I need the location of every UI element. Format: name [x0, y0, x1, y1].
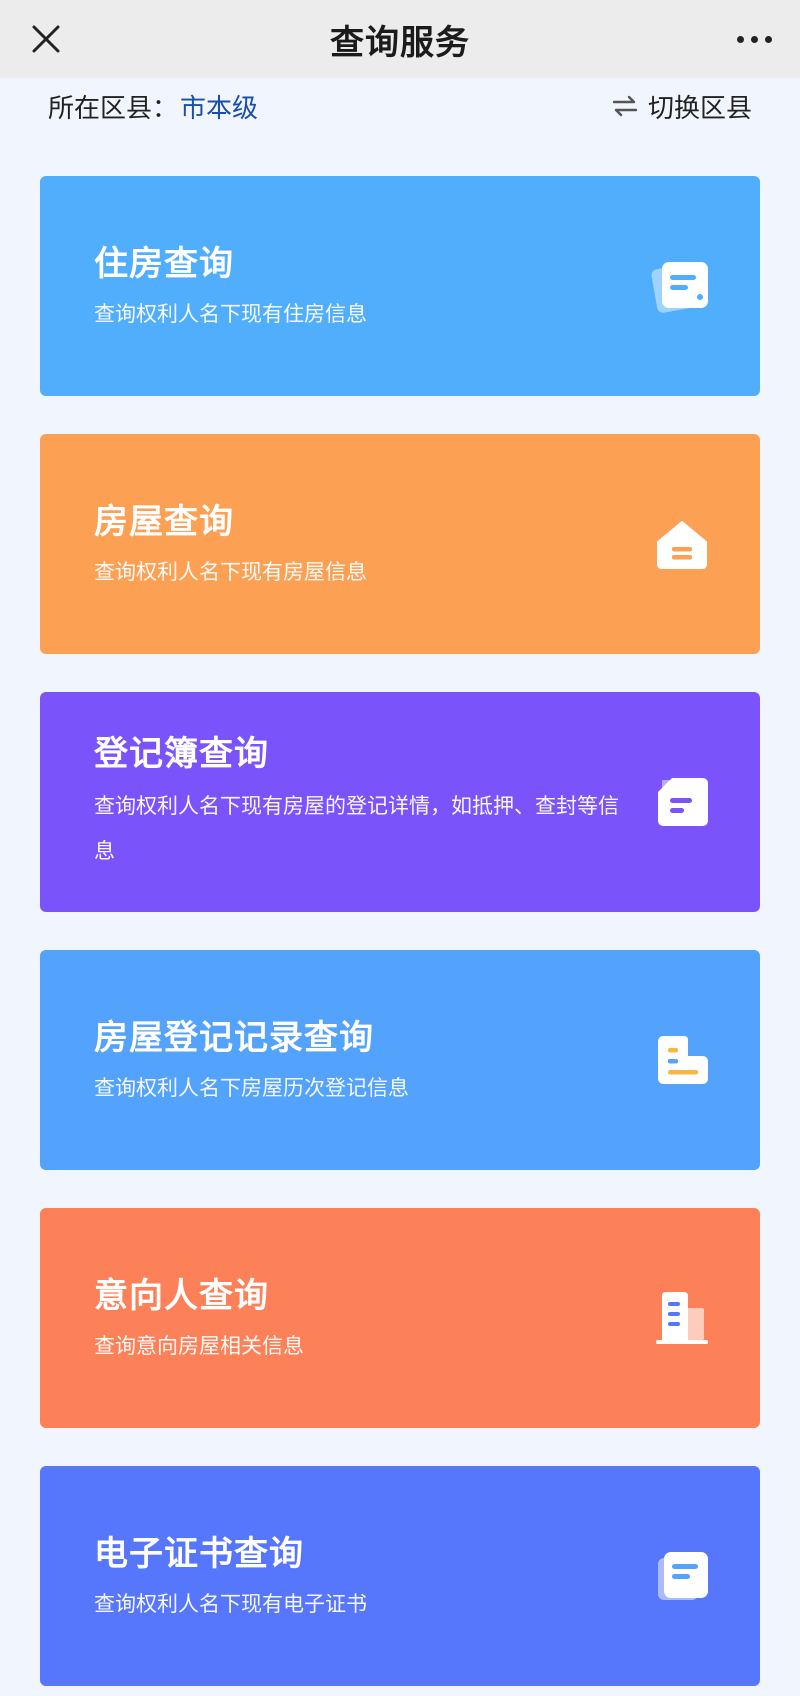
- more-dot-icon: [750, 35, 758, 43]
- more-dot-icon: [736, 35, 744, 43]
- close-icon: [32, 25, 60, 53]
- card-description: 查询意向房屋相关信息: [94, 1334, 304, 1358]
- certificate-icon: [650, 1544, 714, 1608]
- card-registration-record-query[interactable]: 房屋登记记录查询 查询权利人名下房屋历次登记信息: [40, 950, 760, 1170]
- switch-district-button[interactable]: 切换区县: [612, 88, 752, 125]
- document-list-icon: [650, 254, 714, 318]
- district-value: 市本级: [180, 93, 259, 124]
- card-intended-buyer-query[interactable]: 意向人查询 查询意向房屋相关信息: [40, 1208, 760, 1428]
- district-bar: 所在区县： 市本级 切换区县: [0, 78, 800, 134]
- card-title: 意向人查询: [94, 1276, 269, 1316]
- more-dot-icon: [764, 35, 772, 43]
- page-title: 查询服务: [330, 22, 470, 63]
- card-title: 房屋登记记录查询: [94, 1018, 374, 1058]
- card-description: 查询权利人名下房屋历次登记信息: [94, 1076, 409, 1100]
- switch-district-label: 切换区县: [647, 93, 752, 124]
- house-icon: [650, 512, 714, 576]
- card-housing-query[interactable]: 住房查询 查询权利人名下现有住房信息: [40, 176, 760, 396]
- card-description: 查询权利人名下现有住房信息: [94, 302, 367, 326]
- card-e-certificate-query[interactable]: 电子证书查询 查询权利人名下现有电子证书: [40, 1466, 760, 1686]
- district-info: 所在区县： 市本级: [48, 88, 258, 125]
- card-title: 电子证书查询: [94, 1534, 304, 1574]
- district-label: 所在区县：: [48, 93, 179, 124]
- card-description: 查询权利人名下现有房屋的登记详情，如抵押、查封等信息: [94, 794, 619, 863]
- card-description: 查询权利人名下现有房屋信息: [94, 560, 367, 584]
- swap-arrows-icon: [612, 95, 638, 117]
- card-description: 查询权利人名下现有电子证书: [94, 1592, 367, 1616]
- card-property-query[interactable]: 房屋查询 查询权利人名下现有房屋信息: [40, 434, 760, 654]
- card-title: 住房查询: [94, 244, 234, 284]
- register-book-icon: [650, 770, 714, 834]
- building-icon: [650, 1286, 714, 1350]
- title-bar: 查询服务: [0, 0, 800, 78]
- card-title: 房屋查询: [94, 502, 234, 542]
- card-title: 登记簿查询: [94, 734, 269, 774]
- card-register-book-query[interactable]: 登记簿查询 查询权利人名下现有房屋的登记详情，如抵押、查封等信息: [40, 692, 760, 912]
- more-button[interactable]: [724, 11, 784, 67]
- close-button[interactable]: [18, 11, 74, 67]
- record-icon: [650, 1028, 714, 1092]
